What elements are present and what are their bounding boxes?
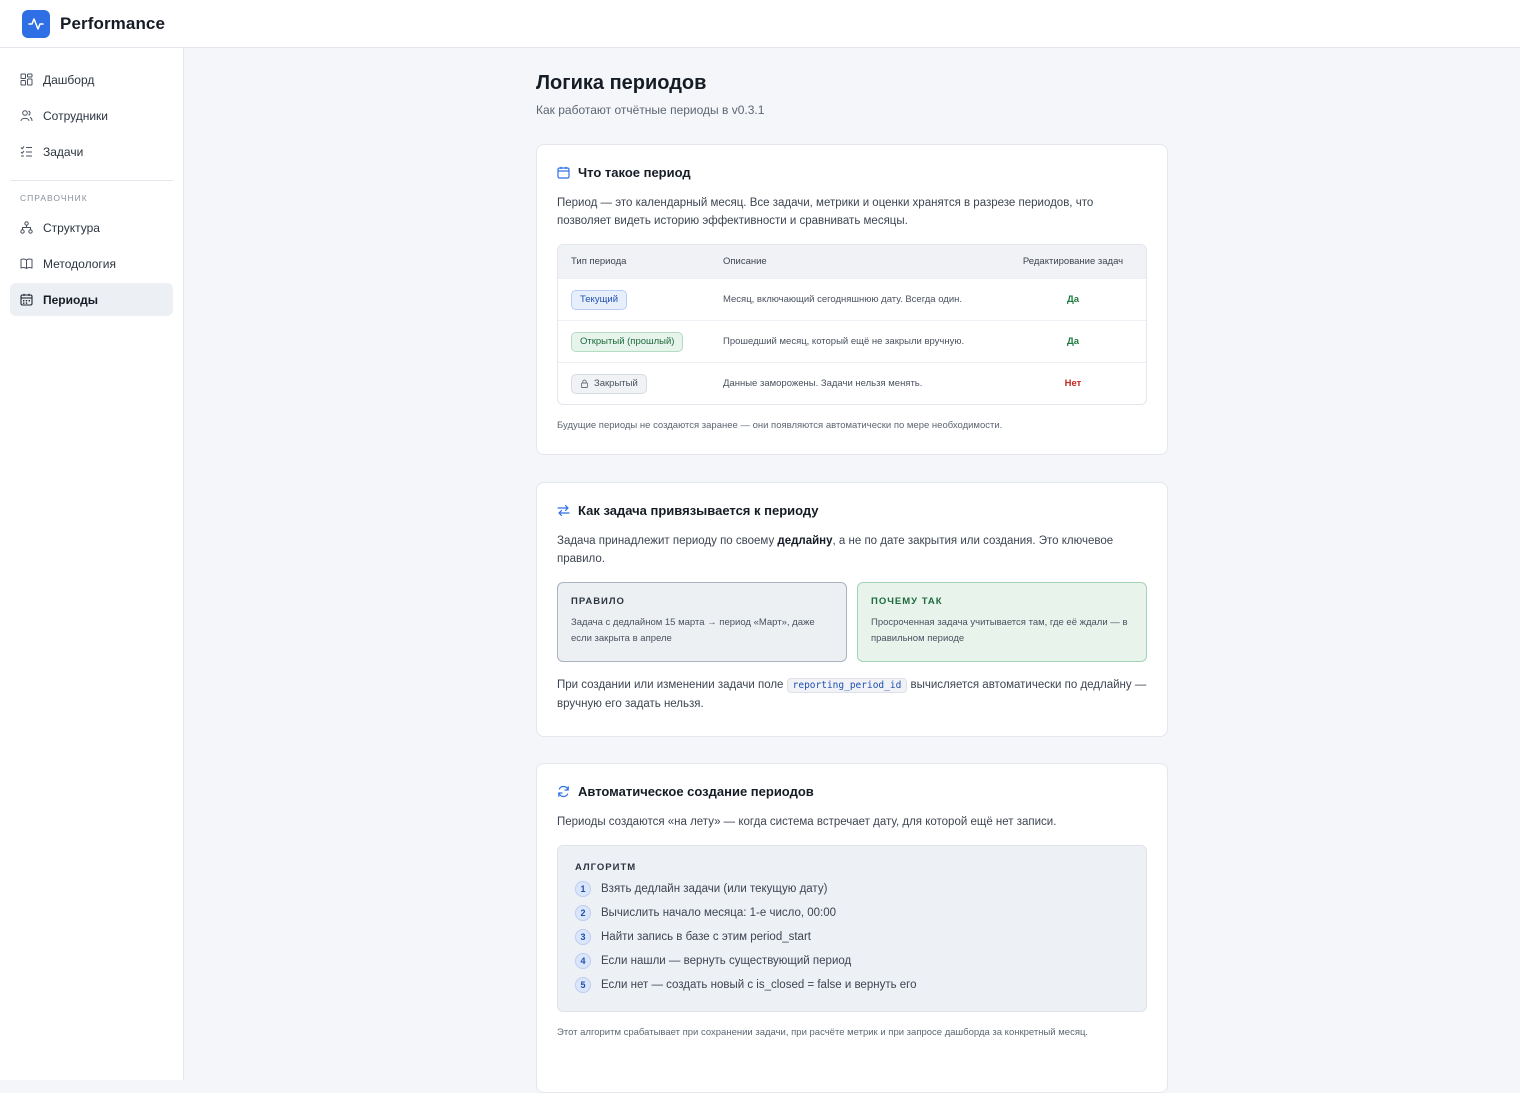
card-title: Что такое период [578, 165, 691, 180]
table-cell: Да [1066, 294, 1080, 305]
page-subtitle: Как работают отчётные периоды в v0.3.1 [536, 103, 765, 117]
table-cell: Прошедший месяц, который ещё не закрыли … [723, 336, 965, 347]
card-note: При создании или изменении задачи поле r… [557, 678, 1147, 710]
step-text: Взять дедлайн задачи (или текущую дату) [601, 883, 828, 895]
rule-title: ПРАВИЛО [571, 596, 625, 607]
period-types-table: Тип периода Описание Редактирование зада… [557, 244, 1147, 405]
card-footnote: Будущие периоды не создаются заранее — о… [557, 420, 1003, 431]
book-icon [20, 257, 33, 270]
app-title: Performance [60, 13, 166, 33]
sidebar-divider [10, 180, 173, 181]
activity-icon [28, 17, 44, 30]
step-text: Вычислить начало месяца: 1-е число, 00:0… [601, 907, 837, 919]
reason-title: ПОЧЕМУ ТАК [871, 596, 943, 607]
sidebar: Дашборд Сотрудники Задачи Справочник Стр… [0, 48, 184, 1080]
algorithm-step: 2 Вычислить начало месяца: 1-е число, 00:… [575, 905, 1129, 921]
app-logo[interactable] [22, 9, 50, 38]
card-header: Как задача привязывается к периоду [557, 503, 1147, 518]
card-title: Автоматическое создание периодов [578, 784, 814, 799]
algorithm-step: 3 Найти запись в базе с этим period_start [575, 929, 1129, 945]
top-bar: Performance [0, 0, 1520, 48]
step-text: Если нет — создать новый с is_closed = f… [601, 979, 917, 991]
sidebar-item-tasks[interactable]: Задачи [10, 135, 173, 168]
table-header: Тип периода Описание Редактирование зада… [558, 245, 1146, 278]
step-text: Если нашли — вернуть существующий период [601, 955, 852, 967]
rule-boxes: ПРАВИЛО Задача с дедлайном 15 марта → пе… [557, 582, 1147, 662]
dashboard-icon [20, 73, 33, 86]
column-header: Редактирование задач [1022, 256, 1124, 267]
tasks-icon [20, 145, 33, 158]
card-header: Что такое период [557, 165, 1147, 180]
rule-text: Задача с дедлайном 15 марта → период «Ма… [571, 617, 815, 644]
refresh-icon [557, 785, 570, 798]
sidebar-item-label: Сотрудники [43, 108, 108, 123]
table-cell: Месяц, включающий сегодняшнюю дату. Всег… [723, 294, 963, 305]
badge-label: Закрытый [594, 378, 638, 389]
reason-text: Просроченная задача учитывается там, где… [871, 617, 1128, 644]
card-footnote: Этот алгоритм срабатывает при сохранении… [557, 1027, 1089, 1038]
card-header: Автоматическое создание периодов [557, 784, 1147, 799]
table-cell: Нет [1064, 378, 1082, 389]
lock-icon [581, 379, 588, 388]
sidebar-item-label: Методология [43, 256, 116, 271]
page-header: Логика периодов Как работают отчётные пе… [536, 72, 1168, 117]
period-definition-card: Что такое период Период — это календарны… [536, 144, 1168, 455]
algorithm-step: 5 Если нет — создать новый с is_closed = … [575, 977, 1129, 993]
table-row: Текущий Месяц, включающий сегодняшнюю да… [558, 278, 1146, 320]
sidebar-item-label: Периоды [43, 292, 99, 307]
column-header: Описание [723, 256, 767, 267]
sidebar-item-structure[interactable]: Структура [10, 211, 173, 244]
status-badge: Закрытый [571, 373, 647, 394]
rule-box: ПРАВИЛО Задача с дедлайном 15 марта → пе… [557, 582, 847, 662]
sidebar-section-label: Справочник [20, 193, 88, 203]
calendar-icon [557, 166, 570, 179]
table-row: Закрытый Данные заморожены. Задачи нельз… [558, 362, 1146, 404]
table-row: Открытый (прошлый) Прошедший месяц, кото… [558, 320, 1146, 362]
card-title: Как задача привязывается к периоду [578, 503, 819, 518]
sidebar-item-employees[interactable]: Сотрудники [10, 99, 173, 132]
step-text: Найти запись в базе с этим period_start [601, 931, 811, 943]
step-number: 4 [575, 953, 591, 969]
auto-creation-card: Автоматическое создание периодов Периоды… [536, 763, 1168, 1093]
sidebar-item-label: Дашборд [43, 72, 95, 87]
step-number: 1 [575, 881, 591, 897]
column-header: Тип периода [571, 256, 627, 267]
users-icon [20, 109, 33, 122]
card-description: Периоды создаются «на лету» — когда сист… [557, 816, 1057, 828]
algorithm-step: 1 Взять дедлайн задачи (или текущую дату) [575, 881, 1129, 897]
sidebar-item-periods[interactable]: Периоды [10, 283, 173, 316]
algorithm-title: АЛГОРИТМ [575, 862, 637, 873]
card-description: Задача принадлежит периоду по своему дед… [557, 535, 1114, 565]
step-number: 3 [575, 929, 591, 945]
structure-icon [20, 221, 33, 234]
field-code: reporting_period_id [786, 678, 908, 693]
table-cell: Данные заморожены. Задачи нельзя менять. [723, 378, 923, 389]
sidebar-item-label: Структура [43, 220, 100, 235]
task-binding-card: Как задача привязывается к периоду Задач… [536, 482, 1168, 737]
table-cell: Да [1066, 336, 1080, 347]
swap-arrows-icon [557, 504, 570, 517]
sidebar-item-methodology[interactable]: Методология [10, 247, 173, 280]
sidebar-item-dashboard[interactable]: Дашборд [10, 63, 173, 96]
page-title: Логика периодов [536, 72, 707, 94]
step-number: 2 [575, 905, 591, 921]
status-badge: Текущий [571, 289, 627, 310]
step-number: 5 [575, 977, 591, 993]
algorithm-step: 4 Если нашли — вернуть существующий перио… [575, 953, 1129, 969]
algorithm-box: АЛГОРИТМ 1 Взять дедлайн задачи (или теку… [557, 845, 1147, 1012]
status-badge: Открытый (прошлый) [571, 331, 684, 352]
emphasis: дедлайну [777, 535, 833, 547]
reason-box: ПОЧЕМУ ТАК Просроченная задача учитывает… [857, 582, 1147, 662]
card-description: Период — это календарный месяц. Все зада… [557, 197, 1094, 227]
calendar-icon [20, 293, 33, 306]
sidebar-item-label: Задачи [43, 144, 84, 159]
